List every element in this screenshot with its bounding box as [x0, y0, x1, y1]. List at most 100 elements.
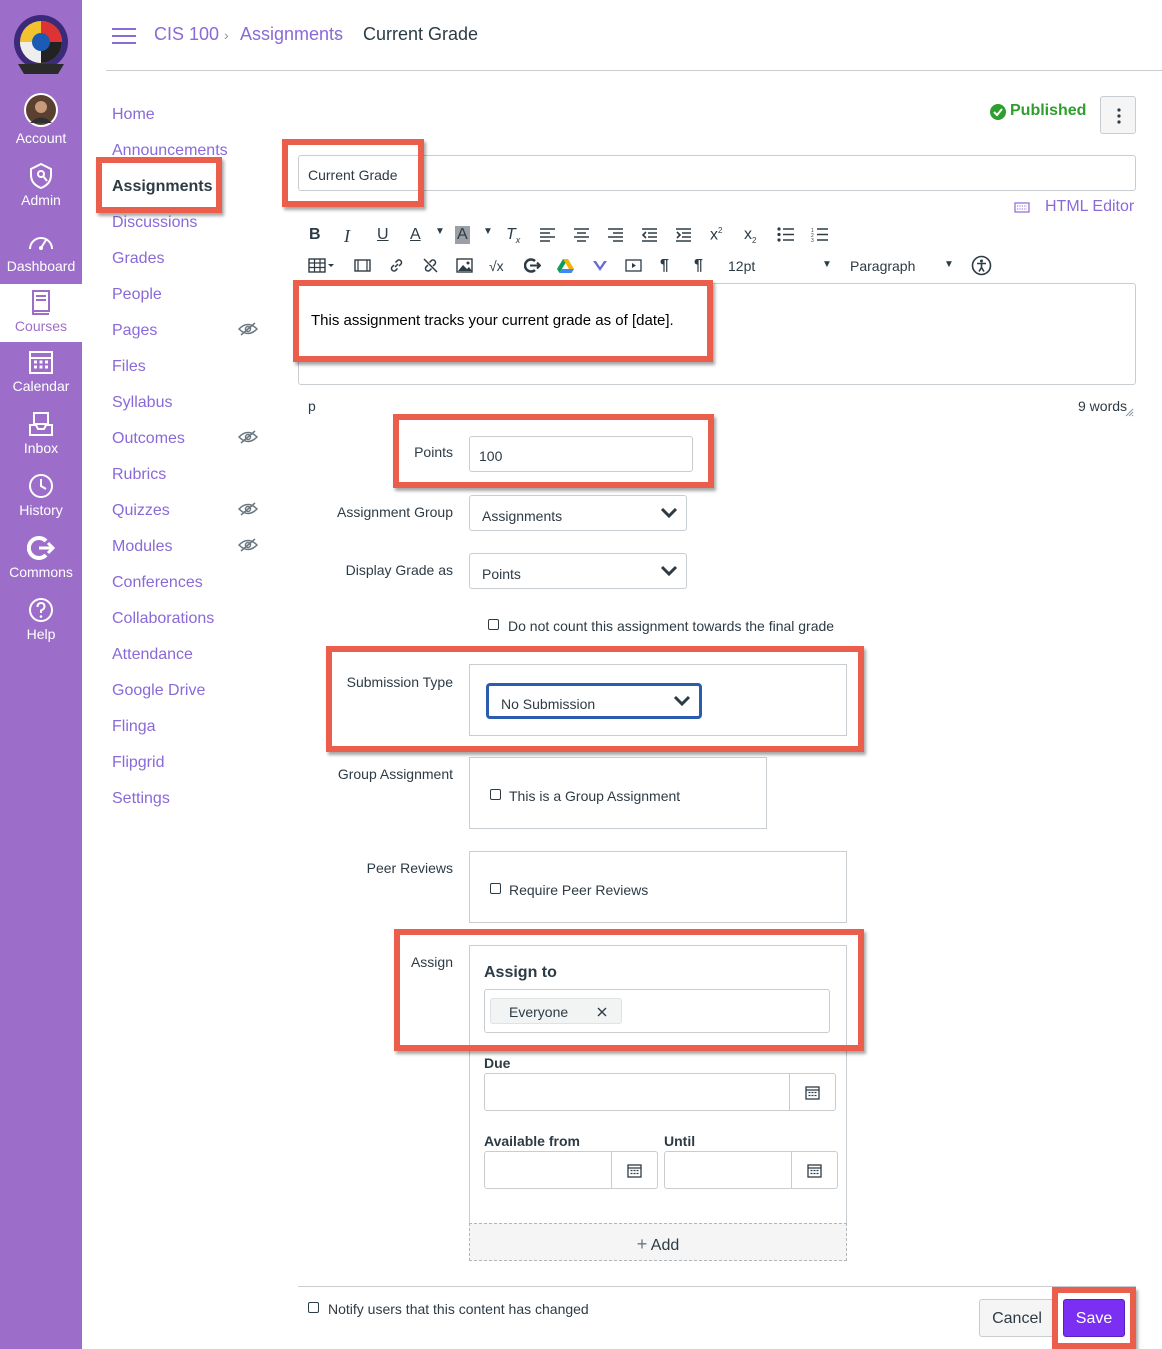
nav-admin[interactable]: Admin: [0, 162, 82, 208]
bold-button[interactable]: B: [309, 226, 321, 244]
nav-help[interactable]: Help: [0, 596, 82, 642]
due-calendar-button[interactable]: [789, 1074, 835, 1110]
video-icon[interactable]: [625, 258, 642, 273]
course-nav-grades[interactable]: Grades: [112, 250, 164, 268]
unlink-icon[interactable]: [422, 257, 439, 274]
subscript-icon[interactable]: x2: [744, 226, 756, 245]
clear-formatting-icon[interactable]: Tx: [506, 226, 520, 245]
course-nav-pages[interactable]: Pages: [112, 322, 157, 340]
course-nav-rubrics[interactable]: Rubrics: [112, 466, 166, 484]
course-nav-modules[interactable]: Modules: [112, 538, 172, 556]
chevron-down-icon[interactable]: ▼: [435, 226, 445, 237]
published-status[interactable]: Published: [1010, 102, 1086, 120]
notify-users-label[interactable]: Notify users that this content has chang…: [328, 1301, 589, 1317]
chevron-down-icon[interactable]: ▼: [822, 259, 832, 270]
display-grade-value: Points: [482, 566, 521, 582]
group-assignment-checkbox[interactable]: [490, 789, 501, 800]
nav-commons[interactable]: Commons: [0, 534, 82, 580]
align-right-icon[interactable]: [607, 227, 624, 242]
highlight-box: [393, 414, 714, 488]
nav-calendar[interactable]: Calendar: [0, 348, 82, 394]
course-nav-collaborations[interactable]: Collaborations: [112, 610, 214, 628]
chevron-down-icon[interactable]: ▼: [483, 226, 493, 237]
background-color-button[interactable]: A: [455, 226, 470, 244]
peer-reviews-option[interactable]: Require Peer Reviews: [509, 882, 648, 898]
available-from-calendar-button[interactable]: [611, 1152, 657, 1188]
ltr-icon[interactable]: ¶: [660, 257, 669, 275]
history-icon: [29, 474, 53, 498]
course-nav-discussions[interactable]: Discussions: [112, 214, 197, 232]
chevron-down-icon: [660, 565, 678, 577]
group-assignment-option[interactable]: This is a Group Assignment: [509, 788, 680, 804]
breadcrumb-current: Current Grade: [363, 24, 479, 44]
link-icon[interactable]: [388, 257, 405, 274]
text-color-button[interactable]: A: [410, 226, 421, 244]
italic-button[interactable]: I: [344, 226, 350, 247]
html-editor-link[interactable]: HTML Editor: [1045, 198, 1134, 216]
image-icon[interactable]: [456, 258, 473, 273]
notify-users-checkbox[interactable]: [308, 1302, 319, 1313]
due-date-input[interactable]: [484, 1073, 836, 1111]
vimeo-icon[interactable]: [592, 259, 608, 272]
omit-from-final-grade-label[interactable]: Do not count this assignment towards the…: [508, 618, 834, 634]
resize-handle-icon[interactable]: [1124, 407, 1134, 417]
display-grade-label: Display Grade as: [345, 562, 453, 578]
course-nav-conferences[interactable]: Conferences: [112, 574, 203, 592]
media-icon[interactable]: [354, 258, 371, 273]
peer-reviews-checkbox[interactable]: [490, 883, 501, 894]
keyboard-icon[interactable]: [1014, 200, 1030, 214]
font-size-select[interactable]: 12pt: [728, 258, 755, 274]
breadcrumb-course[interactable]: CIS 100: [154, 24, 219, 45]
help-icon: [29, 598, 53, 622]
cancel-button[interactable]: Cancel: [979, 1299, 1055, 1337]
calendar-icon: [627, 1164, 642, 1178]
nav-inbox[interactable]: Inbox: [0, 410, 82, 456]
superscript-icon[interactable]: x2: [710, 226, 722, 244]
accessibility-icon[interactable]: [971, 255, 992, 276]
block-format-select[interactable]: Paragraph: [850, 258, 915, 274]
align-center-icon[interactable]: [573, 227, 590, 242]
table-icon[interactable]: [308, 258, 336, 273]
course-nav-flipgrid[interactable]: Flipgrid: [112, 754, 164, 772]
nav-courses[interactable]: Courses: [0, 284, 82, 342]
equation-icon[interactable]: √x: [489, 258, 504, 274]
course-nav-files[interactable]: Files: [112, 358, 146, 376]
numbered-list-icon[interactable]: 123: [811, 227, 829, 242]
until-input[interactable]: [664, 1151, 838, 1189]
nav-history[interactable]: History: [0, 472, 82, 518]
rtl-icon[interactable]: ¶: [694, 257, 703, 275]
course-nav-flinga[interactable]: Flinga: [112, 718, 156, 736]
nav-commons-label: Commons: [9, 564, 73, 580]
bullet-list-icon[interactable]: [777, 227, 795, 242]
omit-from-final-grade-checkbox[interactable]: [488, 619, 499, 630]
course-nav-settings[interactable]: Settings: [112, 790, 170, 808]
global-navigation: Account Admin Dashboard Courses Calendar…: [0, 0, 82, 1349]
course-nav-outcomes[interactable]: Outcomes: [112, 430, 185, 448]
add-label: Add: [650, 1237, 680, 1254]
nav-dashboard[interactable]: Dashboard: [0, 228, 82, 274]
more-options-button[interactable]: [1100, 96, 1136, 134]
available-from-input[interactable]: [484, 1151, 658, 1189]
breadcrumb-assignments[interactable]: Assignments: [240, 24, 343, 45]
course-nav-people[interactable]: People: [112, 286, 162, 304]
chevron-down-icon[interactable]: ▼: [944, 259, 954, 270]
course-nav-syllabus[interactable]: Syllabus: [112, 394, 172, 412]
nav-account[interactable]: Account: [0, 92, 82, 146]
hamburger-menu-icon[interactable]: [112, 28, 136, 44]
course-nav-home[interactable]: Home: [112, 106, 155, 124]
display-grade-select[interactable]: Points: [469, 553, 687, 589]
align-left-icon[interactable]: [539, 227, 556, 242]
highlight-box: [326, 646, 864, 752]
assignment-group-select[interactable]: Assignments: [469, 495, 687, 531]
college-logo[interactable]: [12, 12, 70, 80]
until-calendar-button[interactable]: [791, 1152, 837, 1188]
google-drive-icon[interactable]: [557, 258, 574, 273]
outdent-icon[interactable]: [641, 227, 658, 242]
underline-button[interactable]: U: [377, 226, 389, 244]
course-nav-google-drive[interactable]: Google Drive: [112, 682, 205, 700]
add-assignment-override-button[interactable]: + Add: [469, 1223, 847, 1261]
commons-embed-icon[interactable]: [524, 258, 541, 273]
course-nav-attendance[interactable]: Attendance: [112, 646, 193, 664]
indent-icon[interactable]: [675, 227, 692, 242]
course-nav-quizzes[interactable]: Quizzes: [112, 502, 170, 520]
